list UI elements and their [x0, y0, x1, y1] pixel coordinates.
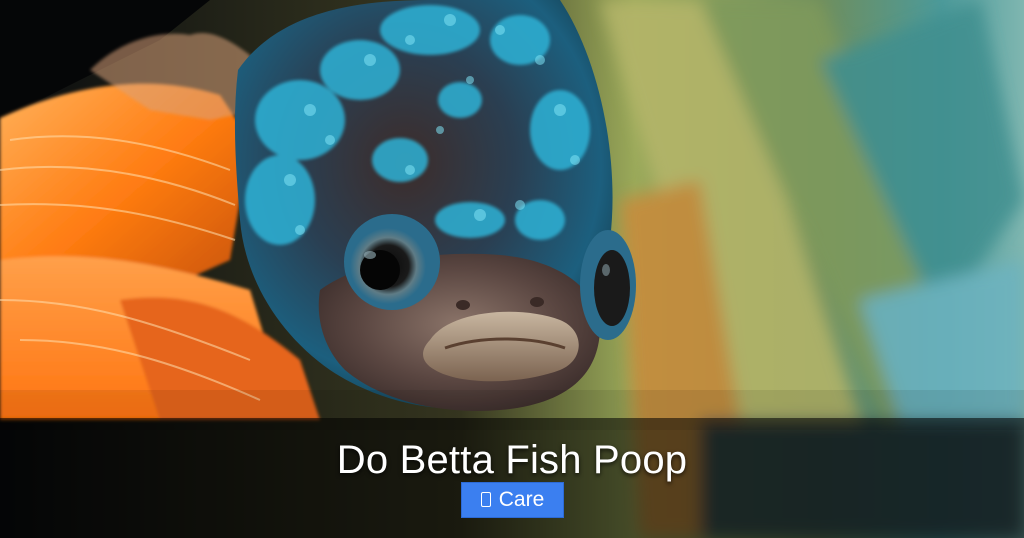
- category-badge[interactable]: Care: [461, 482, 564, 518]
- folder-icon: [480, 492, 491, 507]
- category-label: Care: [498, 488, 545, 511]
- hero-banner: Do Betta Fish Poop Care: [0, 0, 1024, 538]
- article-title: Do Betta Fish Poop: [336, 438, 688, 482]
